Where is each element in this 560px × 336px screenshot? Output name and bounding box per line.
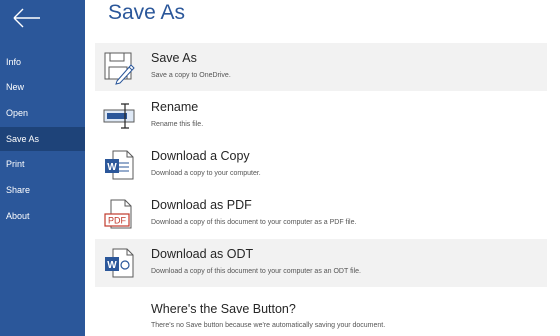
pdf-icon: PDF xyxy=(104,199,132,229)
save-info-section: Where's the Save Button? There's no Save… xyxy=(151,302,385,329)
save-info-description: There's no Save button because we're aut… xyxy=(151,322,386,329)
svg-text:W: W xyxy=(107,260,117,271)
rename-option[interactable]: Rename Rename this file. xyxy=(95,92,547,140)
download-copy-title: Download a Copy xyxy=(151,149,250,163)
page-title: Save As xyxy=(108,1,186,24)
save-as-title: Save As xyxy=(151,51,197,65)
odt-document-icon: W xyxy=(105,248,134,278)
word-document-icon: W xyxy=(105,150,134,180)
sidebar-item-open[interactable]: Open xyxy=(0,101,85,125)
sidebar-item-about[interactable]: About xyxy=(0,204,85,228)
save-as-option[interactable]: Save As Save a copy to OneDrive. xyxy=(95,43,547,91)
save-info-title: Where's the Save Button? xyxy=(151,302,296,316)
download-odt-description: Download a copy of this document to your… xyxy=(151,268,361,275)
download-pdf-title: Download as PDF xyxy=(151,198,252,212)
save-as-description: Save a copy to OneDrive. xyxy=(151,72,231,79)
download-copy-description: Download a copy to your computer. xyxy=(151,170,261,177)
download-pdf-option[interactable]: PDF Download as PDF Download a copy of t… xyxy=(95,190,547,238)
sidebar: Info New Open Save As Print Share About xyxy=(0,0,85,336)
sidebar-item-new[interactable]: New xyxy=(0,75,85,99)
svg-text:W: W xyxy=(107,162,117,173)
svg-text:PDF: PDF xyxy=(108,216,127,226)
save-as-icon xyxy=(104,52,135,85)
download-pdf-description: Download a copy of this document to your… xyxy=(151,219,357,226)
sidebar-item-info[interactable]: Info xyxy=(0,50,85,74)
sidebar-item-share[interactable]: Share xyxy=(0,178,85,202)
rename-icon xyxy=(103,103,135,129)
download-odt-option[interactable]: W Download as ODT Download a copy of thi… xyxy=(95,239,547,287)
sidebar-item-print[interactable]: Print xyxy=(0,152,85,176)
download-odt-title: Download as ODT xyxy=(151,247,254,261)
left-arrow-icon[interactable] xyxy=(10,6,44,30)
sidebar-item-save-as[interactable]: Save As xyxy=(0,127,85,151)
rename-description: Rename this file. xyxy=(151,121,204,128)
rename-title: Rename xyxy=(151,100,199,114)
download-copy-option[interactable]: W Download a Copy Download a copy to you… xyxy=(95,141,547,189)
